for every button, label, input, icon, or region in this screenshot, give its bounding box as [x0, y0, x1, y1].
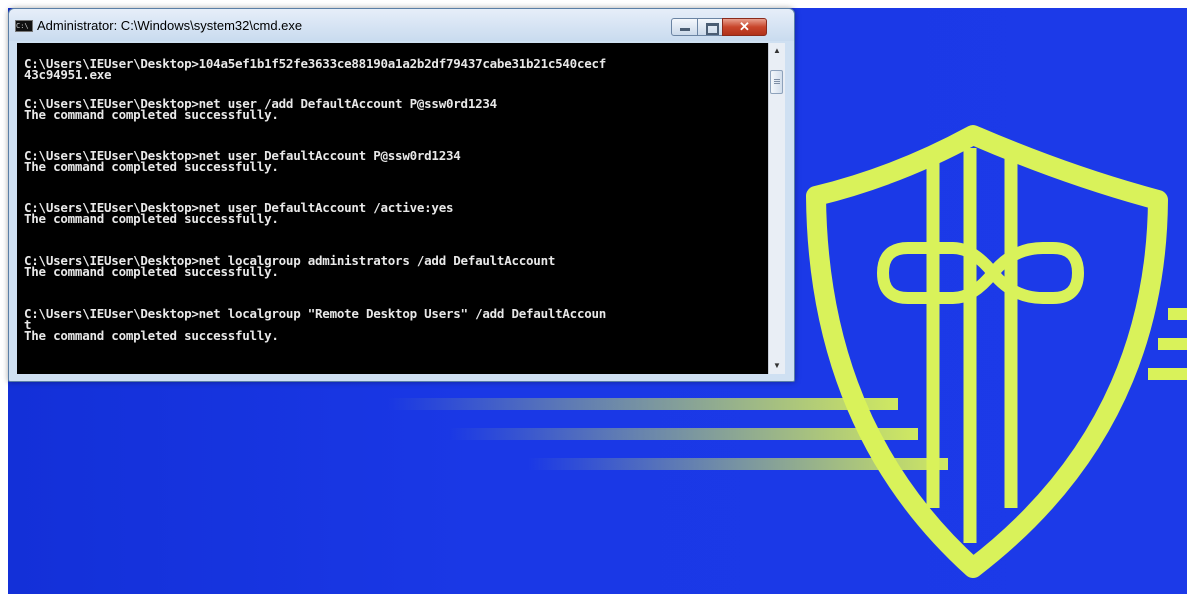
console-line: The command completed successfully. [24, 264, 279, 279]
shield-knot [876, 242, 1085, 304]
title-bar[interactable]: C:\ Administrator: C:\Windows\system32\c… [9, 9, 794, 41]
minimize-icon [680, 28, 690, 31]
maximize-button[interactable] [697, 18, 723, 36]
console-line: The command completed successfully. [24, 328, 279, 343]
cmd-window[interactable]: C:\ Administrator: C:\Windows\system32\c… [8, 8, 795, 382]
console-line: 43c94951.exe [24, 67, 112, 82]
scroll-up-icon: ▲ [773, 46, 781, 55]
console-line: The command completed successfully. [24, 159, 279, 174]
cmd-app-icon-text: C:\ [16, 22, 29, 30]
shield-columns [926, 148, 1018, 543]
console-line: The command completed successfully. [24, 107, 279, 122]
scroll-down-button[interactable]: ▼ [769, 358, 785, 374]
console-line: C:\Users\IEUser\Desktop>net localgroup "… [24, 306, 607, 321]
vertical-scrollbar[interactable]: ▲ ▼ [768, 43, 785, 374]
console-line: The command completed successfully. [24, 211, 279, 226]
cmd-app-icon[interactable]: C:\ [15, 20, 33, 32]
scroll-thumb[interactable] [770, 70, 783, 94]
grip-icon [774, 79, 780, 85]
scroll-up-button[interactable]: ▲ [769, 43, 785, 59]
console-output[interactable]: C:\Users\IEUser\Desktop>104a5ef1b1f52fe3… [17, 43, 768, 374]
window-title: Administrator: C:\Windows\system32\cmd.e… [37, 18, 303, 33]
maximize-icon [706, 23, 719, 35]
shield-outline [806, 125, 1168, 578]
scroll-down-icon: ▼ [773, 361, 781, 370]
minimize-button[interactable] [671, 18, 698, 36]
close-icon: ✕ [739, 19, 750, 34]
close-button[interactable]: ✕ [722, 18, 767, 36]
